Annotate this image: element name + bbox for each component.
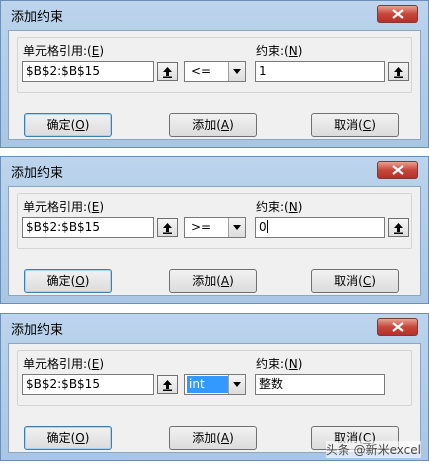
- ok-button[interactable]: 确定(O): [24, 269, 112, 293]
- constraint-group: 单元格引用:(E) $B$2:$B$15 <= 约束:(N) 1: [17, 37, 412, 93]
- cell-ref-label: 单元格引用:(E): [23, 44, 105, 58]
- dialog-title: 添加约束: [11, 10, 64, 25]
- title-bar[interactable]: 添加约束: [1, 1, 428, 29]
- operator-dropdown-arrow[interactable]: [228, 375, 245, 394]
- collapse-dialog-icon: [163, 379, 172, 391]
- operator-select[interactable]: <=: [184, 61, 246, 82]
- cell-ref-collapse-button[interactable]: [157, 218, 178, 237]
- add-button[interactable]: 添加(A): [169, 269, 257, 293]
- cell-ref-label: 单元格引用:(E): [23, 357, 105, 371]
- close-button[interactable]: [377, 161, 418, 179]
- close-icon: [391, 9, 404, 19]
- operator-select[interactable]: int: [184, 374, 246, 395]
- chevron-down-icon: [233, 382, 241, 387]
- operator-value: >=: [191, 220, 212, 234]
- add-constraint-dialog-2: 添加约束 单元格引用:(E) $B$2:$B$15 >= 约束:(N) 0 确定…: [0, 156, 429, 304]
- collapse-dialog-icon: [394, 66, 403, 78]
- dialog-body: 单元格引用:(E) $B$2:$B$15 >= 约束:(N) 0 确定(O) 添…: [8, 186, 421, 296]
- constraint-label: 约束:(N): [256, 357, 303, 371]
- dialog-body: 单元格引用:(E) $B$2:$B$15 int 约束:(N) 整数 确定(O)…: [8, 343, 421, 453]
- operator-select[interactable]: >=: [184, 217, 246, 238]
- add-button[interactable]: 添加(A): [169, 426, 257, 450]
- constraint-label: 约束:(N): [256, 44, 303, 58]
- title-bar[interactable]: 添加约束: [1, 314, 428, 342]
- operator-dropdown-arrow[interactable]: [228, 62, 245, 81]
- constraint-collapse-button[interactable]: [388, 62, 409, 81]
- chevron-down-icon: [233, 225, 241, 230]
- dialog-title: 添加约束: [11, 166, 64, 181]
- operator-value: <=: [191, 64, 212, 78]
- add-constraint-dialog-3: 添加约束 单元格引用:(E) $B$2:$B$15 int 约束:(N) 整数 …: [0, 313, 429, 461]
- watermark: 头条 @新米excel: [325, 441, 421, 458]
- operator-dropdown-arrow[interactable]: [228, 218, 245, 237]
- constraint-group: 单元格引用:(E) $B$2:$B$15 >= 约束:(N) 0: [17, 193, 412, 249]
- dialog-title: 添加约束: [11, 323, 64, 338]
- add-button[interactable]: 添加(A): [169, 113, 257, 137]
- constraint-input[interactable]: 0: [255, 217, 385, 238]
- constraint-group: 单元格引用:(E) $B$2:$B$15 int 约束:(N) 整数: [17, 350, 412, 406]
- add-constraint-dialog-1: 添加约束 单元格引用:(E) $B$2:$B$15 <= 约束:(N) 1 确定…: [0, 0, 429, 148]
- cancel-button[interactable]: 取消(C): [311, 269, 399, 293]
- constraint-input[interactable]: 1: [255, 61, 385, 82]
- close-icon: [391, 165, 404, 175]
- constraint-collapse-button[interactable]: [388, 218, 409, 237]
- close-button[interactable]: [377, 318, 418, 336]
- constraint-input[interactable]: 整数: [255, 374, 385, 395]
- cancel-button[interactable]: 取消(C): [311, 113, 399, 137]
- text-caret: [266, 220, 268, 233]
- cell-ref-input[interactable]: $B$2:$B$15: [22, 61, 154, 82]
- cell-ref-input[interactable]: $B$2:$B$15: [22, 374, 154, 395]
- collapse-dialog-icon: [163, 66, 172, 78]
- operator-value: int: [187, 376, 231, 393]
- collapse-dialog-icon: [163, 222, 172, 234]
- constraint-label: 约束:(N): [256, 200, 303, 214]
- close-button[interactable]: [377, 5, 418, 23]
- cell-ref-collapse-button[interactable]: [157, 62, 178, 81]
- dialog-body: 单元格引用:(E) $B$2:$B$15 <= 约束:(N) 1 确定(O) 添…: [8, 30, 421, 140]
- collapse-dialog-icon: [394, 222, 403, 234]
- title-bar[interactable]: 添加约束: [1, 157, 428, 185]
- cell-ref-input[interactable]: $B$2:$B$15: [22, 217, 154, 238]
- ok-button[interactable]: 确定(O): [24, 426, 112, 450]
- close-icon: [391, 322, 404, 332]
- ok-button[interactable]: 确定(O): [24, 113, 112, 137]
- cell-ref-collapse-button[interactable]: [157, 375, 178, 394]
- cell-ref-label: 单元格引用:(E): [23, 200, 105, 214]
- chevron-down-icon: [233, 69, 241, 74]
